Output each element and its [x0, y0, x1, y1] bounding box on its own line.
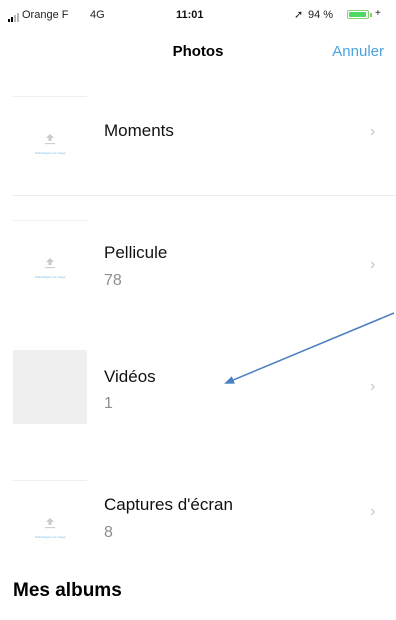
album-thumbnail: Télécharger une image	[13, 480, 87, 555]
location-arrow-icon: ➚	[294, 9, 304, 21]
upload-placeholder-icon	[45, 518, 55, 529]
album-name: Pellicule	[104, 243, 168, 262]
chevron-right-icon: ›	[370, 256, 376, 273]
album-row-moments[interactable]: Télécharger une image Moments ›	[0, 86, 396, 186]
upload-placeholder-icon	[45, 258, 55, 269]
chevron-right-icon: ›	[370, 503, 376, 520]
album-name: Captures d'écran	[104, 495, 233, 514]
status-bar: Orange F 4G 11:01 ➚ 94 % +	[0, 0, 396, 28]
network-type: 4G	[90, 9, 105, 21]
battery-level-fill	[349, 12, 366, 17]
charging-icon: +	[375, 8, 381, 19]
thumbnail-caption: Télécharger une image	[34, 535, 66, 539]
chevron-right-icon: ›	[370, 378, 376, 395]
album-count: 78	[104, 272, 122, 289]
chevron-right-icon: ›	[370, 123, 376, 140]
my-albums-heading: Mes albums	[13, 580, 122, 601]
status-time: 11:01	[176, 9, 204, 21]
signal-strength-icon	[8, 13, 19, 22]
thumbnail-caption: Télécharger une image	[34, 275, 66, 279]
album-thumbnail: Télécharger une image	[13, 96, 87, 171]
album-row-pellicule[interactable]: Télécharger une image Pellicule 78 ›	[0, 210, 396, 310]
album-count: 8	[104, 524, 113, 541]
empty-thumbnail	[13, 350, 87, 424]
separator	[13, 195, 396, 196]
album-name: Moments	[104, 121, 174, 140]
album-row-screenshots[interactable]: Télécharger une image Captures d'écran 8…	[0, 470, 396, 570]
thumbnail-caption: Télécharger une image	[34, 151, 66, 155]
album-name: Vidéos	[104, 367, 156, 386]
battery-icon	[347, 10, 369, 19]
battery-percentage: 94 %	[308, 9, 334, 21]
album-count: 1	[104, 395, 113, 412]
battery-cap	[370, 13, 372, 17]
album-thumbnail: Télécharger une image	[13, 220, 87, 295]
upload-placeholder-icon	[45, 134, 55, 145]
carrier-name: Orange F	[22, 9, 69, 21]
album-row-videos[interactable]: Vidéos 1 ›	[0, 340, 396, 440]
cancel-button[interactable]: Annuler	[332, 43, 384, 60]
